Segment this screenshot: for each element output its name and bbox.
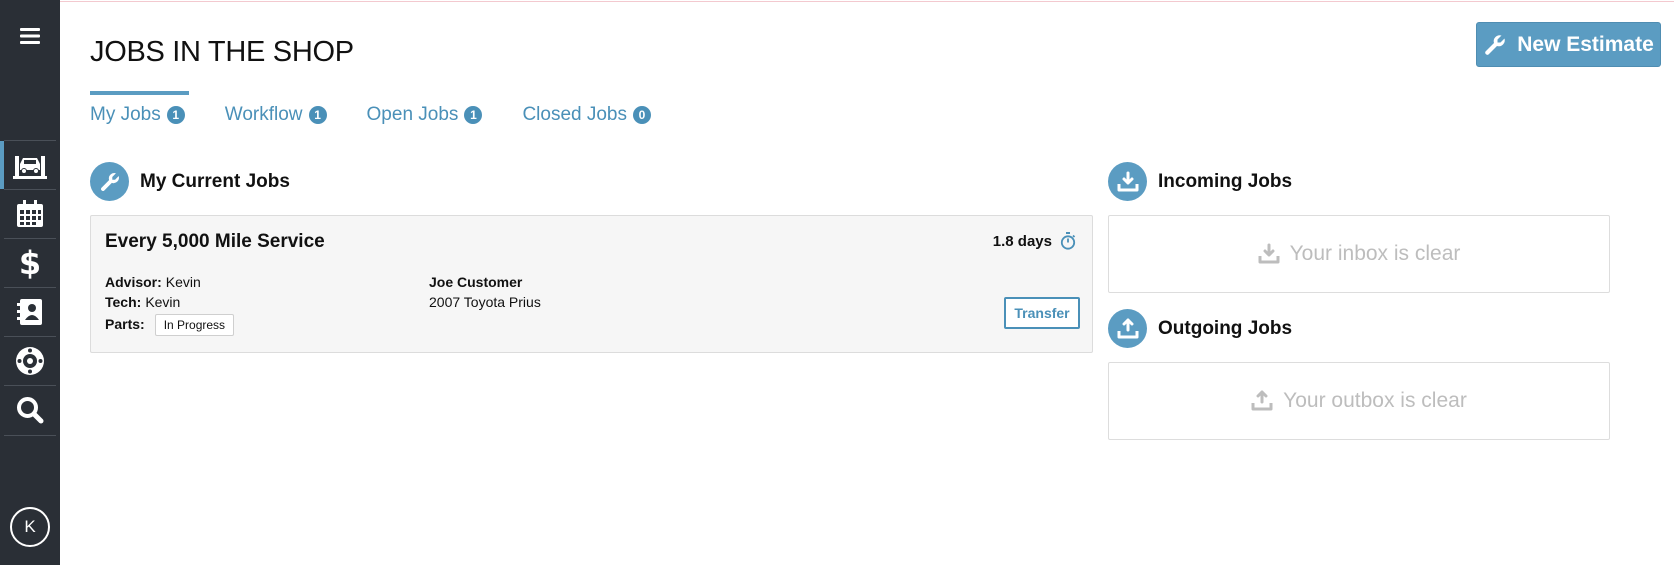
tab-label: Workflow [224,104,303,125]
tab-count-badge: 1 [308,106,327,124]
parts-label: Parts: [105,315,145,332]
dollar-icon: $ [18,244,42,282]
sidebar-divider [4,435,56,436]
sidebar-item-parts[interactable] [0,337,60,385]
tech-field: Tech: Kevin [105,294,180,310]
job-tabs: My Jobs 1 Workflow 1 Open Jobs 1 Closed … [90,104,651,126]
outbox-upload-icon [1108,309,1147,348]
job-elapsed: 1.8 days [993,232,1076,250]
tire-icon [16,347,44,375]
tab-workflow[interactable]: Workflow 1 [225,104,327,126]
sidebar-item-billing[interactable]: $ [0,239,60,287]
job-title: Every 5,000 Mile Service [105,231,325,252]
avatar-initial: K [24,517,36,536]
customer-name: Joe Customer [429,274,523,290]
empty-state-text: Your inbox is clear [1289,242,1461,265]
incoming-jobs-header: Incoming Jobs [1108,162,1292,201]
tab-count-badge: 1 [464,106,483,124]
sidebar-item-contacts[interactable] [0,288,60,336]
vehicle-name: 2007 Toyota Prius [429,294,541,310]
new-estimate-button[interactable]: New Estimate [1476,22,1661,67]
calendar-icon [17,200,43,227]
tab-label: Closed Jobs [522,104,627,125]
current-jobs-header: My Current Jobs [90,162,290,201]
tab-closed-jobs[interactable]: Closed Jobs 0 [522,104,651,126]
sidebar-item-calendar[interactable] [0,190,60,238]
parts-status-badge: In Progress [154,314,235,336]
tab-label: My Jobs [90,104,161,125]
tech-label: Tech: [105,294,142,310]
wrench-icon [1485,34,1505,55]
transfer-button[interactable]: Transfer [1004,297,1080,329]
search-icon [17,397,44,424]
incoming-empty-state: Your inbox is clear [1108,215,1610,293]
new-estimate-label: New Estimate [1517,32,1654,56]
tab-count-badge: 1 [166,106,185,124]
upload-tray-icon [1251,390,1273,411]
address-book-icon [17,299,42,325]
download-tray-icon [1258,243,1280,264]
top-border [60,1,1674,2]
advisor-label: Advisor: [105,274,162,290]
sidebar-item-search[interactable] [0,386,60,434]
page-title: JOBS IN THE SHOP [90,36,354,68]
tab-label: Open Jobs [366,104,459,125]
stopwatch-icon [1060,232,1076,250]
elapsed-text: 1.8 days [992,232,1052,250]
tech-value: Kevin [145,294,181,310]
section-title: Incoming Jobs [1158,170,1293,192]
job-card[interactable]: Every 5,000 Mile Service 1.8 days Adviso… [90,215,1093,353]
parts-field: Parts: In Progress [105,314,235,336]
sidebar-item-shop[interactable] [0,141,60,189]
advisor-value: Kevin [165,274,201,290]
sidebar: $ K [0,0,60,565]
outgoing-empty-state: Your outbox is clear [1108,362,1610,440]
tab-open-jobs[interactable]: Open Jobs 1 [367,104,483,126]
section-title: Outgoing Jobs [1158,317,1293,339]
hamburger-icon [20,28,40,44]
tab-my-jobs[interactable]: My Jobs 1 [90,104,185,126]
inbox-download-icon [1108,162,1147,201]
active-tab-indicator [90,91,189,95]
wrench-icon [90,162,129,201]
outgoing-jobs-header: Outgoing Jobs [1108,309,1292,348]
section-title: My Current Jobs [140,170,290,192]
advisor-field: Advisor: Kevin [105,274,201,290]
tab-count-badge: 0 [633,106,651,124]
garage-lift-icon [13,156,47,179]
empty-state-text: Your outbox is clear [1283,389,1467,412]
user-avatar[interactable]: K [10,507,50,547]
menu-toggle-button[interactable] [0,12,60,60]
